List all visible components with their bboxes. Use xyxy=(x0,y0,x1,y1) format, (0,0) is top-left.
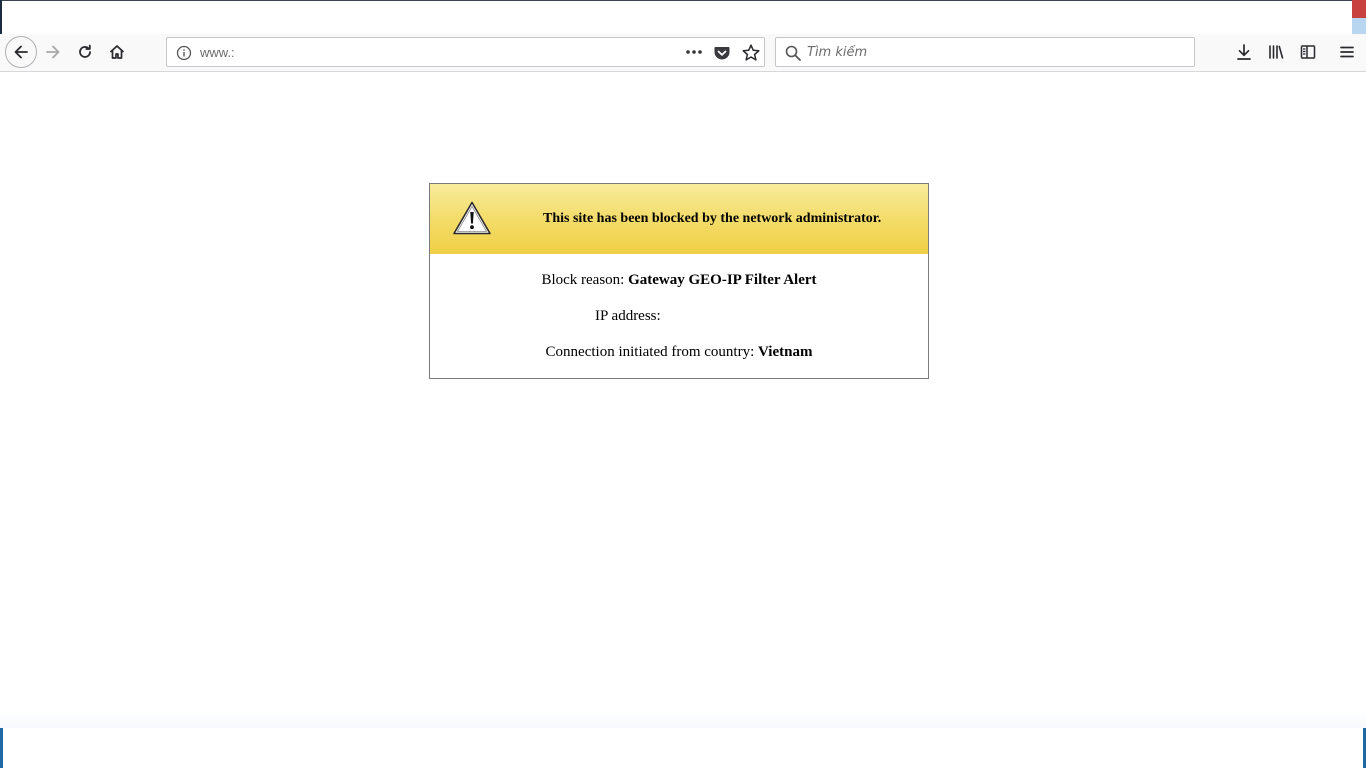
search-bar[interactable] xyxy=(775,37,1195,67)
downloads-button[interactable] xyxy=(1228,36,1260,68)
country-value: Vietnam xyxy=(758,344,813,360)
hamburger-menu-icon xyxy=(1340,46,1354,58)
library-icon xyxy=(1269,45,1284,59)
window-left-edge xyxy=(0,0,2,34)
browser-toolbar: www.: xyxy=(0,34,1366,72)
search-icon xyxy=(785,45,801,61)
warning-triangle-icon xyxy=(453,201,491,235)
back-button[interactable] xyxy=(5,36,37,68)
sidebar-icon xyxy=(1300,45,1316,59)
menu-button[interactable] xyxy=(1331,36,1363,68)
search-input[interactable] xyxy=(807,43,1177,61)
more-actions-icon[interactable] xyxy=(683,42,705,62)
home-button[interactable] xyxy=(101,36,133,68)
sidebar-toggle-button[interactable] xyxy=(1292,36,1324,68)
address-bar[interactable]: www.: xyxy=(166,37,765,67)
window-corner-decoration xyxy=(1352,0,1366,34)
page-bottom-fade xyxy=(0,712,1366,728)
country-row: Connection initiated from country: Vietn… xyxy=(430,344,928,361)
forward-button[interactable] xyxy=(37,36,69,68)
window-top-line xyxy=(0,0,1352,1)
page-content: This site has been blocked by the networ… xyxy=(0,72,1366,728)
ip-address-label: IP address: xyxy=(595,308,661,324)
back-arrow-icon xyxy=(14,45,28,59)
block-reason-label: Block reason: xyxy=(541,272,629,288)
window-top-strip xyxy=(0,0,1366,34)
forward-arrow-icon xyxy=(46,45,60,59)
info-icon[interactable] xyxy=(176,45,192,61)
block-notice: This site has been blocked by the networ… xyxy=(429,183,929,379)
pocket-icon[interactable] xyxy=(713,44,731,62)
block-notice-header: This site has been blocked by the networ… xyxy=(430,184,928,254)
country-label: Connection initiated from country: xyxy=(545,344,759,360)
reload-icon xyxy=(79,44,91,58)
reload-button[interactable] xyxy=(69,36,101,68)
window-bottom-left-edge xyxy=(0,728,3,768)
library-button[interactable] xyxy=(1260,36,1292,68)
url-text[interactable]: www.: xyxy=(200,45,235,60)
block-reason-value: Gateway GEO-IP Filter Alert xyxy=(628,272,817,288)
block-notice-title: This site has been blocked by the networ… xyxy=(543,211,882,226)
home-icon xyxy=(109,45,125,59)
star-icon[interactable] xyxy=(741,43,761,63)
block-reason-row: Block reason: Gateway GEO-IP Filter Aler… xyxy=(430,272,928,289)
download-icon xyxy=(1237,44,1251,60)
window-bottom-strip xyxy=(0,728,1366,768)
